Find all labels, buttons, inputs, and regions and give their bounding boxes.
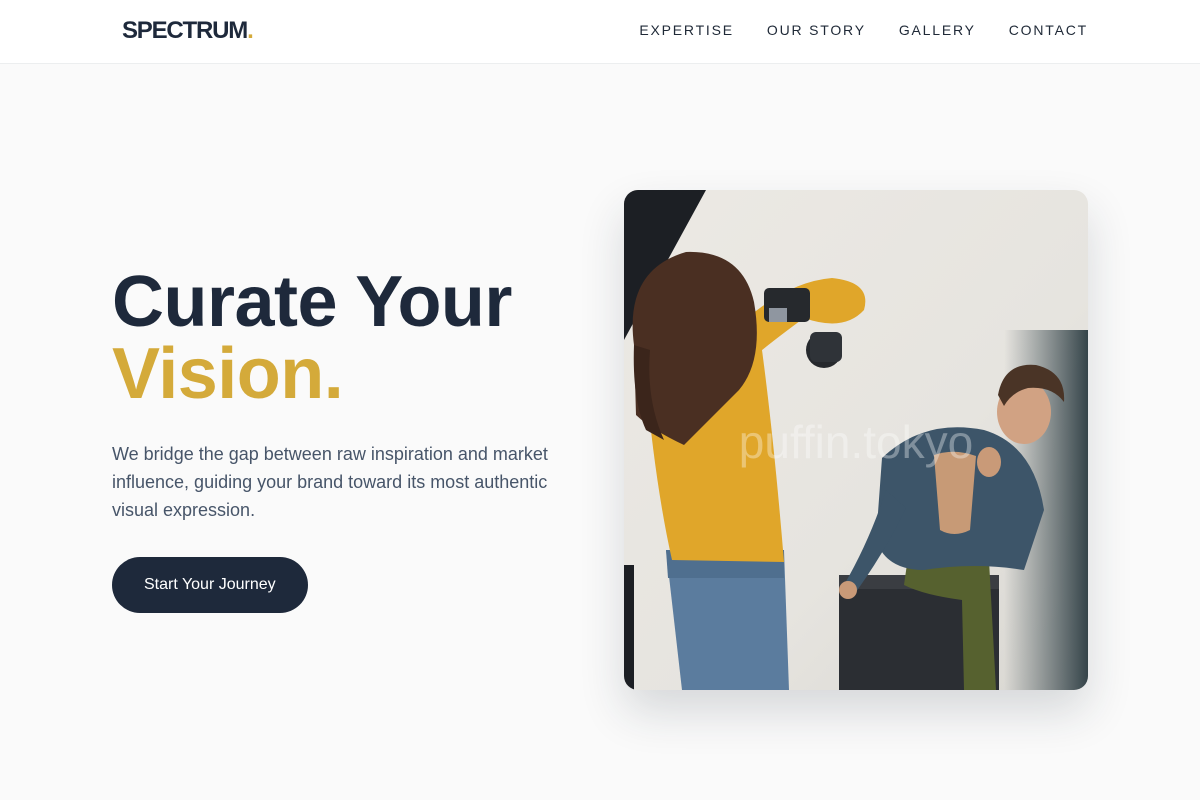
nav-link-contact[interactable]: CONTACT: [1009, 22, 1088, 38]
nav-link-gallery[interactable]: GALLERY: [899, 22, 976, 38]
photo-illustration: puffin.tokyo: [624, 190, 1088, 690]
hero-description: We bridge the gap between raw inspiratio…: [112, 444, 548, 520]
headline-line-1: Curate Your: [112, 262, 512, 342]
nav-link-expertise[interactable]: EXPERTISE: [639, 22, 734, 38]
start-journey-button[interactable]: Start Your Journey: [112, 557, 308, 613]
hero-photo: puffin.tokyo: [624, 190, 1088, 690]
brand-name: SPECTRUM: [122, 17, 248, 44]
brand-dot: .: [247, 17, 254, 44]
hero-content: Curate Your Vision. We bridge the gap be…: [112, 266, 582, 613]
photo-watermark: puffin.tokyo: [739, 416, 973, 468]
brand-logo[interactable]: SPECTRUM.: [122, 17, 254, 45]
hero-headline: Curate Your Vision.: [112, 266, 582, 410]
headline-line-2: Vision.: [112, 334, 344, 414]
nav-link-our-story[interactable]: OUR STORY: [767, 22, 866, 38]
top-navbar: SPECTRUM. EXPERTISE OUR STORY GALLERY CO…: [0, 0, 1200, 64]
main-nav: EXPERTISE OUR STORY GALLERY CONTACT: [639, 22, 1088, 38]
